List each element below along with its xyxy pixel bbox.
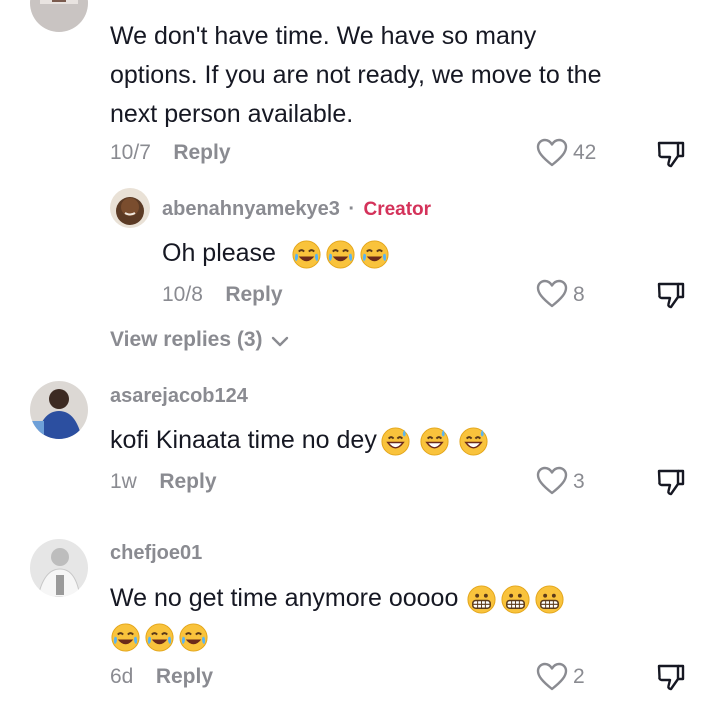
- avatar[interactable]: [30, 0, 88, 32]
- avatar[interactable]: [30, 381, 88, 439]
- separator: ·: [348, 198, 356, 220]
- chevron-down-icon: [271, 336, 289, 348]
- tears-of-joy-emoji-icon: [178, 622, 209, 653]
- heart-outline-icon: [536, 662, 568, 691]
- comment-text: kofi Kinaata time no dey: [110, 426, 377, 454]
- comment-text: We no get time anymore ooooo: [110, 584, 459, 612]
- creator-badge: Creator: [363, 199, 432, 220]
- like-button[interactable]: [536, 279, 568, 309]
- comment-meta: 10/8 Reply: [162, 283, 283, 307]
- heart-outline-icon: [536, 279, 568, 308]
- dislike-button[interactable]: [656, 139, 686, 169]
- like-button[interactable]: [536, 466, 568, 496]
- grimacing-face-emoji-icon: [500, 584, 531, 615]
- avatar[interactable]: [110, 188, 150, 228]
- username[interactable]: chefjoe01: [110, 542, 202, 565]
- thumbs-down-icon: [657, 664, 685, 691]
- comment-text-line: We no get time anymore ooooo: [110, 579, 565, 618]
- comment-text-line: Oh please: [162, 234, 390, 273]
- avatar[interactable]: [30, 539, 88, 597]
- like-button[interactable]: [536, 138, 568, 168]
- comment-text-line: kofi Kinaata time no dey: [110, 421, 489, 460]
- heart-outline-icon: [536, 138, 568, 167]
- tears-of-joy-emoji-icon: [110, 622, 141, 653]
- comment-date: 10/7: [110, 141, 151, 164]
- thumbs-down-icon: [657, 282, 685, 309]
- tears-of-joy-emoji-icon: [144, 622, 175, 653]
- grinning-sweat-emoji-icon: [380, 426, 411, 457]
- grinning-sweat-emoji-icon: [419, 426, 450, 457]
- reply-button[interactable]: Reply: [156, 665, 213, 688]
- reply-header: abenahnyamekye3 · Creator: [162, 198, 431, 221]
- dislike-button[interactable]: [656, 467, 686, 497]
- thumbs-down-icon: [657, 141, 685, 168]
- heart-outline-icon: [536, 466, 568, 495]
- like-count: 42: [573, 141, 597, 164]
- tears-of-joy-emoji-icon: [325, 239, 356, 270]
- grimacing-face-emoji-icon: [466, 584, 497, 615]
- reply-button[interactable]: Reply: [225, 283, 282, 306]
- comment-meta: 6d Reply: [110, 665, 213, 689]
- view-replies-label: View replies (3): [110, 328, 263, 351]
- dislike-button[interactable]: [656, 662, 686, 692]
- username[interactable]: asarejacob124: [110, 385, 248, 408]
- like-count: 2: [573, 665, 585, 688]
- reply-button[interactable]: Reply: [159, 470, 216, 493]
- reply-button[interactable]: Reply: [173, 141, 230, 164]
- tears-of-joy-emoji-icon: [359, 239, 390, 270]
- grimacing-face-emoji-icon: [534, 584, 565, 615]
- dislike-button[interactable]: [656, 280, 686, 310]
- like-count: 3: [573, 470, 585, 493]
- thumbs-down-icon: [657, 469, 685, 496]
- comment-date: 6d: [110, 665, 134, 688]
- comment-text: Oh please: [162, 239, 276, 267]
- view-replies-button[interactable]: View replies (3): [110, 328, 289, 352]
- grinning-sweat-emoji-icon: [458, 426, 489, 457]
- tears-of-joy-emoji-icon: [291, 239, 322, 270]
- like-button[interactable]: [536, 662, 568, 692]
- comment-text: We don't have time. We have so many opti…: [110, 22, 602, 128]
- comment-emoji-line: [110, 617, 209, 656]
- comment-date: 10/8: [162, 283, 203, 306]
- username[interactable]: abenahnyamekye3: [162, 198, 340, 220]
- like-count: 8: [573, 283, 585, 306]
- comment-meta: 1w Reply: [110, 470, 217, 494]
- comment-date: 1w: [110, 470, 137, 493]
- comment-meta: 10/7 Reply: [110, 141, 231, 165]
